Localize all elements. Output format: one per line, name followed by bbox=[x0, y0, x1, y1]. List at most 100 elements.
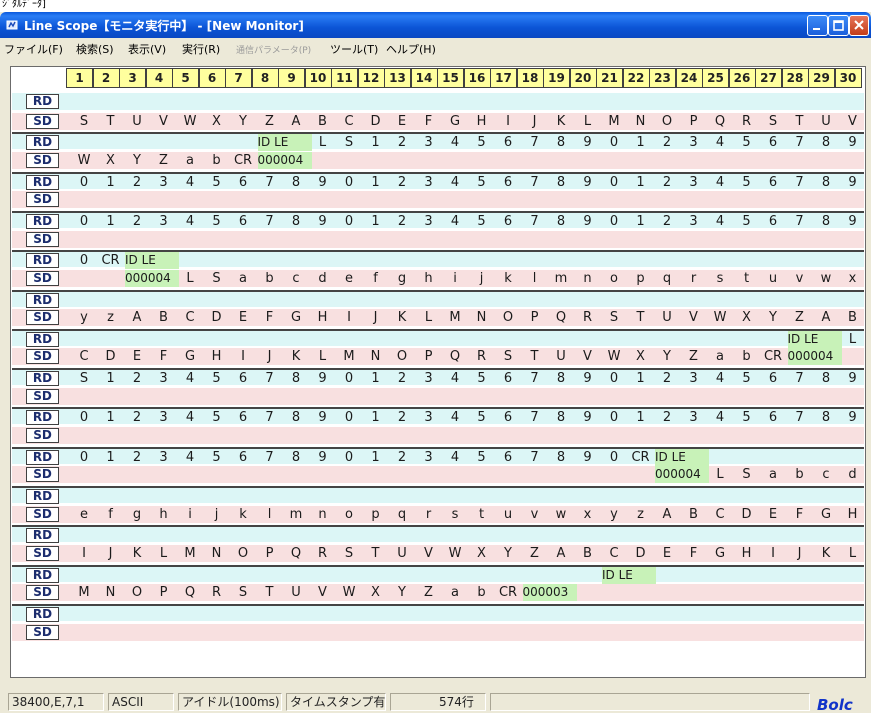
data-cell: 3 bbox=[159, 410, 168, 426]
row-type-label: RD bbox=[26, 567, 59, 583]
data-cell: I bbox=[82, 545, 86, 561]
data-cell: 0 bbox=[344, 174, 354, 190]
status-line-count: 574行 bbox=[390, 693, 486, 711]
data-cell: W bbox=[77, 152, 91, 168]
data-cell: 2 bbox=[397, 449, 407, 465]
control-code-cell: ID LE bbox=[655, 448, 709, 466]
data-cell: 0 bbox=[609, 449, 619, 465]
row-type-label: RD bbox=[26, 94, 59, 109]
title-bar[interactable]: Line Scope【モニタ実行中】 - [New Monitor] bbox=[0, 12, 871, 38]
data-cell: 5 bbox=[212, 371, 221, 387]
data-cell: Z bbox=[424, 585, 433, 601]
data-cell: 5 bbox=[477, 213, 486, 229]
data-cell: w bbox=[555, 506, 567, 522]
menu-help[interactable]: ヘルプ(H) bbox=[386, 41, 436, 57]
data-cell: 4 bbox=[185, 449, 195, 465]
menu-view[interactable]: 表示(V) bbox=[128, 41, 166, 57]
data-cell: 9 bbox=[583, 213, 592, 229]
row-type-label: SD bbox=[26, 152, 59, 168]
rd-row: RD bbox=[12, 603, 864, 622]
data-cell: 2 bbox=[132, 410, 142, 426]
data-cell: Z bbox=[159, 152, 168, 168]
data-cell: E bbox=[238, 310, 248, 326]
data-cell: 3 bbox=[159, 449, 168, 465]
data-cell: P bbox=[265, 545, 274, 561]
data-cell: 8 bbox=[556, 135, 566, 151]
minimize-button[interactable] bbox=[807, 15, 828, 36]
menu-search[interactable]: 検索(S) bbox=[76, 41, 114, 57]
control-code-cell: ID LE bbox=[257, 134, 312, 152]
data-cell: Q bbox=[555, 310, 567, 326]
data-cell: I bbox=[241, 349, 245, 365]
data-cell: 7 bbox=[530, 135, 539, 151]
rd-row: RD ID LE L bbox=[12, 328, 864, 348]
data-cell: O bbox=[131, 585, 143, 601]
column-number: 13 bbox=[384, 68, 411, 88]
data-cell: 1 bbox=[371, 449, 380, 465]
data-cell: 7 bbox=[265, 410, 274, 426]
data-cell: L bbox=[318, 135, 327, 151]
status-comm-settings: 38400,E,7,1 bbox=[8, 693, 104, 711]
data-cell: 7 bbox=[530, 410, 539, 426]
column-number: 16 bbox=[463, 68, 491, 88]
status-code: ASCII bbox=[108, 693, 174, 711]
data-cell: 4 bbox=[185, 371, 195, 387]
data-cell: 0 bbox=[344, 449, 354, 465]
data-cell: 9 bbox=[318, 371, 327, 387]
data-cell: G bbox=[290, 310, 302, 326]
data-cell: u bbox=[768, 270, 778, 286]
column-number: 25 bbox=[702, 68, 729, 88]
data-cell: B bbox=[583, 545, 592, 561]
sd-row: SD y z A B C D E F G H I J K L M N O P Q R S T U V W X Y Z A B bbox=[12, 309, 864, 327]
data-cell: 8 bbox=[556, 371, 566, 387]
data-cell: 9 bbox=[583, 174, 592, 190]
data-cell: 0 bbox=[79, 174, 89, 190]
data-cell: 6 bbox=[768, 174, 778, 190]
data-cell: W bbox=[713, 310, 727, 326]
data-cell: 5 bbox=[212, 174, 221, 190]
data-cell: M bbox=[608, 113, 620, 129]
data-cell: J bbox=[267, 349, 272, 365]
data-cell: 8 bbox=[291, 410, 301, 426]
menu-comm-params[interactable]: 通信パラメータ(P) bbox=[236, 43, 311, 56]
data-cell: 2 bbox=[662, 410, 672, 426]
data-cell: 4 bbox=[185, 213, 195, 229]
close-button[interactable] bbox=[849, 15, 869, 36]
row-type-label: SD bbox=[26, 388, 59, 404]
app-icon bbox=[6, 20, 18, 30]
data-cell: n bbox=[583, 270, 592, 286]
data-cell: H bbox=[476, 113, 487, 129]
data-cell: 8 bbox=[821, 371, 831, 387]
column-number: 3 bbox=[119, 68, 146, 88]
data-cell: 9 bbox=[583, 371, 592, 387]
data-cell: W bbox=[448, 545, 462, 561]
row-type-label: SD bbox=[26, 545, 59, 561]
data-cell: 2 bbox=[397, 174, 407, 190]
maximize-button[interactable] bbox=[828, 15, 849, 36]
data-cell: Y bbox=[769, 310, 777, 326]
data-cell: D bbox=[741, 506, 752, 522]
data-cell: 8 bbox=[556, 449, 566, 465]
data-cell: CR bbox=[763, 349, 783, 365]
column-number: 30 bbox=[834, 68, 862, 88]
data-cell: M bbox=[449, 310, 461, 326]
data-cell: B bbox=[689, 506, 698, 522]
data-cell: 3 bbox=[424, 449, 433, 465]
menu-tools[interactable]: ツール(T) bbox=[330, 41, 378, 57]
rd-row: RD 0 1 2 3 4 5 6 7 8 9 0 1 2 3 4 5 6 7 8 9 0 CR ID LE bbox=[12, 446, 864, 466]
data-cell: C bbox=[185, 310, 195, 326]
menu-file[interactable]: ファイル(F) bbox=[4, 41, 63, 57]
column-number: 29 bbox=[808, 68, 835, 88]
column-number: 18 bbox=[516, 68, 544, 88]
data-cell: 5 bbox=[742, 371, 751, 387]
data-cell: 8 bbox=[821, 174, 831, 190]
data-cell: w bbox=[820, 270, 832, 286]
data-cell: A bbox=[662, 506, 672, 522]
data-cell: 1 bbox=[636, 410, 645, 426]
data-cell: J bbox=[532, 113, 537, 129]
data-cell: t bbox=[478, 506, 485, 522]
rd-row: RD 0 1 2 3 4 5 6 7 8 9 0 1 2 3 4 5 6 7 8 9 0 1 2 3 4 5 6 7 8 9 bbox=[12, 171, 864, 190]
data-cell: N bbox=[211, 545, 222, 561]
column-number: 27 bbox=[755, 68, 782, 88]
menu-run[interactable]: 実行(R) bbox=[182, 41, 220, 57]
